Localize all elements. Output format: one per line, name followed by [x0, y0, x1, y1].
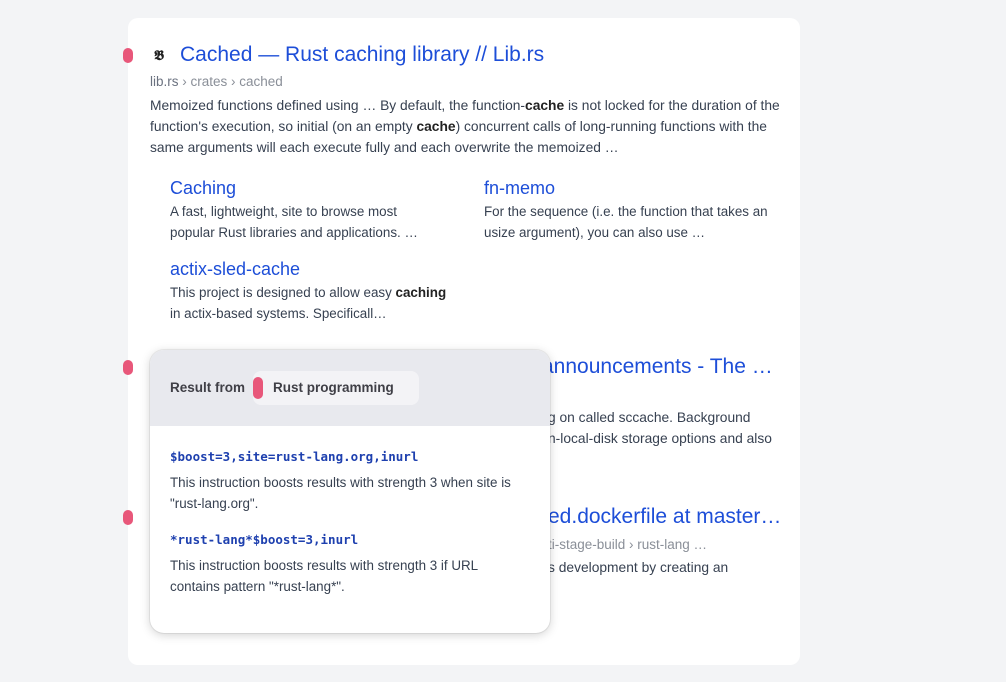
- rule-description: This instruction boosts results with str…: [170, 475, 511, 511]
- rule-code: $boost=3,site=rust-lang.org,inurl: [170, 449, 419, 464]
- result-marker[interactable]: [123, 360, 133, 375]
- popover-header-label: Result from: [170, 380, 246, 395]
- result-title-link[interactable]: ed.dockerfile at master…: [548, 505, 781, 529]
- ruleset-color-dot: [253, 377, 263, 399]
- sublink-fn-memo-desc: For the sequence (i.e. the function that…: [484, 204, 768, 240]
- snippet-text: Memoized functions defined using … By de…: [150, 98, 526, 113]
- desc-highlight: caching: [395, 285, 447, 300]
- rule-description: This instruction boosts results with str…: [170, 558, 478, 594]
- result-snippet: s development by creating an: [548, 560, 729, 575]
- lib-rs-favicon-icon: 𝕭: [154, 47, 164, 63]
- desc-text: in actix-based systems. Specificall…: [170, 306, 387, 321]
- rule-code: *rust-lang*$boost=3,inurl: [170, 532, 359, 547]
- sublink-fn-memo[interactable]: fn-memo: [484, 178, 555, 199]
- result-title-link[interactable]: announcements - The …: [542, 355, 773, 379]
- result-snippet: Memoized functions defined using … By de…: [150, 95, 785, 158]
- snippet-highlight: cache: [416, 119, 456, 134]
- ruleset-chip-label: Rust programming: [273, 380, 394, 395]
- breadcrumb-domain: lib.rs: [150, 74, 179, 89]
- desc-text: This project is designed to allow easy: [170, 285, 396, 300]
- result-marker[interactable]: [123, 510, 133, 525]
- ruleset-chip[interactable]: Rust programming: [253, 371, 419, 405]
- sublink-caching[interactable]: Caching: [170, 178, 236, 199]
- breadcrumb-path: › crates › cached: [178, 74, 283, 89]
- result-breadcrumb: lib.rs › crates › cached: [150, 74, 283, 89]
- result-snippet: g on called sccache. Background: [548, 410, 751, 425]
- result-title-link[interactable]: Cached — Rust caching library // Lib.rs: [180, 43, 544, 67]
- sublink-actix-sled-cache-desc: This project is designed to allow easy c…: [170, 282, 460, 324]
- result-snippet: n-local-disk storage options and also: [548, 431, 772, 446]
- sublink-actix-sled-cache[interactable]: actix-sled-cache: [170, 259, 300, 280]
- rule-source-popover: Result from Rust programming $boost=3,si…: [150, 350, 550, 633]
- sublink-caching-desc: A fast, lightweight, site to browse most…: [170, 204, 418, 240]
- result-marker[interactable]: [123, 48, 133, 63]
- result-breadcrumb: ti-stage-build › rust-lang …: [548, 537, 708, 552]
- snippet-highlight: cache: [525, 98, 565, 113]
- popover-header: Result from Rust programming: [150, 350, 550, 426]
